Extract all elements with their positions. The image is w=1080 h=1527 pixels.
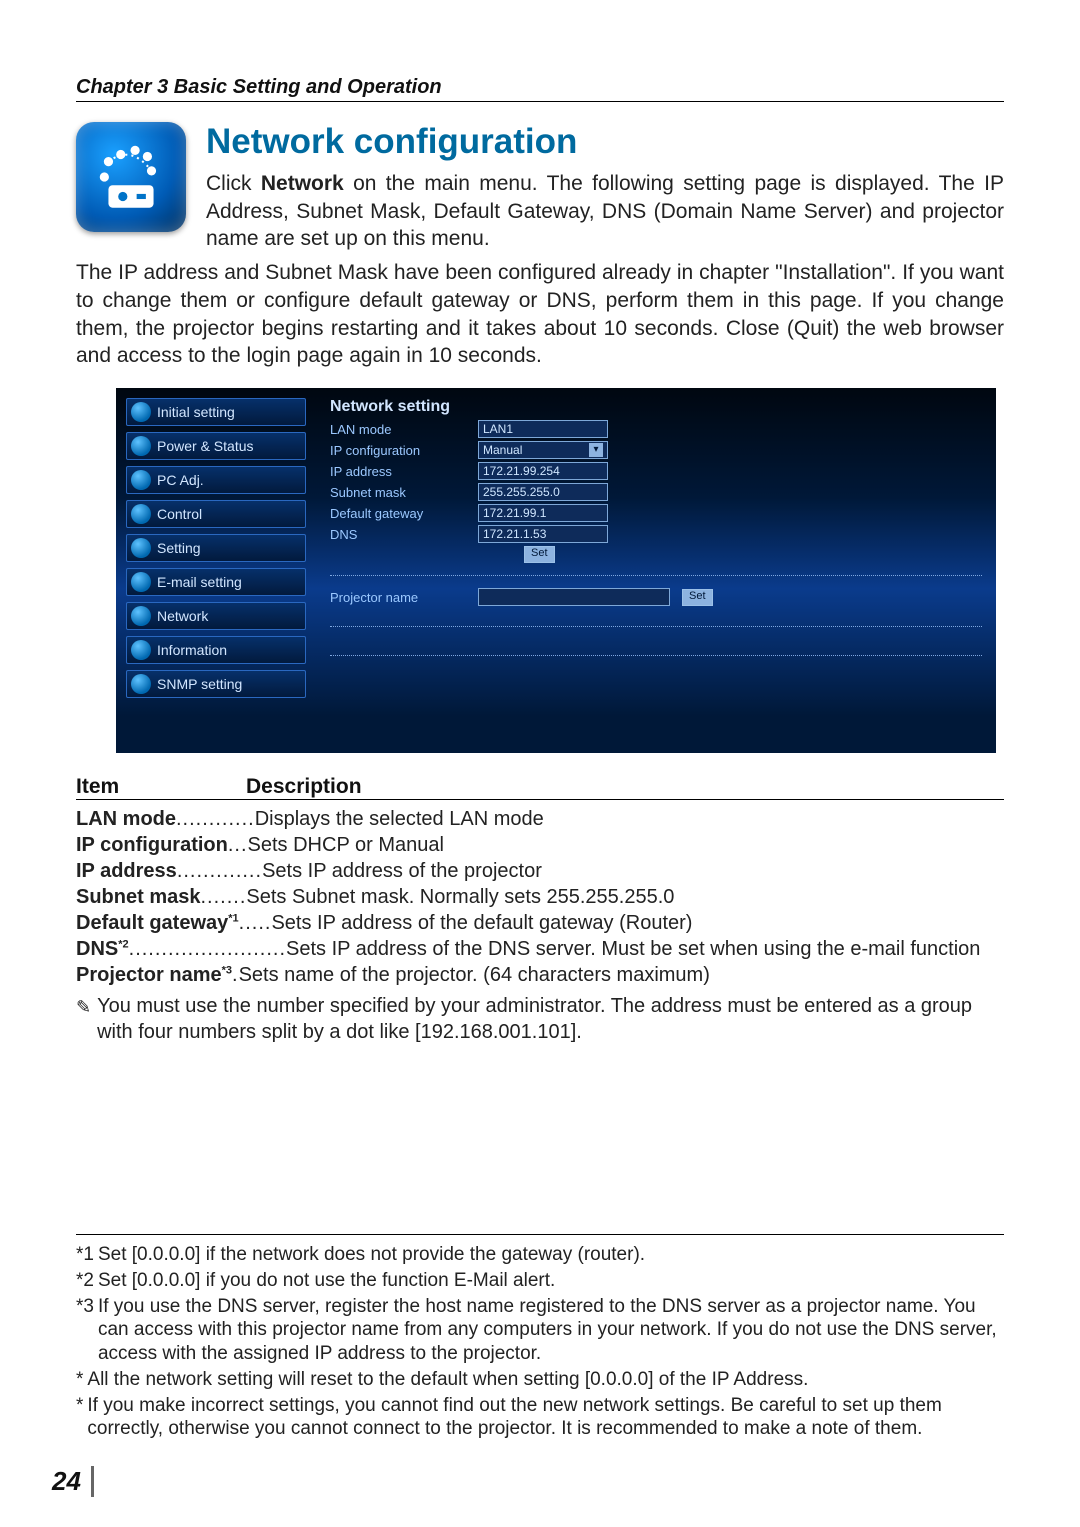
footnote-marker: * — [76, 1394, 83, 1442]
pencil-icon: ✎ — [76, 994, 91, 1045]
menu-item-label: Control — [157, 506, 202, 522]
desc-item: Projector name*3 — [76, 962, 232, 988]
chapter-line: Chapter 3 Basic Setting and Operation — [76, 76, 1004, 102]
desc-row: IP configuration...Sets DHCP or Manual — [76, 832, 1004, 858]
desc-text: Sets IP address of the default gateway (… — [271, 910, 1004, 936]
menu-item-label: Initial setting — [157, 404, 235, 420]
intro-paragraph-1: Click Network on the main menu. The foll… — [206, 170, 1004, 253]
admin-note: You must use the number specified by you… — [97, 994, 1004, 1045]
menu-item-icon — [131, 470, 151, 490]
desc-item: Subnet mask — [76, 884, 200, 910]
menu-item-label: Setting — [157, 540, 201, 556]
menu-item-icon — [131, 538, 151, 558]
footnote-marker: *3 — [76, 1295, 94, 1366]
ip-address-label: IP address — [330, 464, 466, 479]
menu-item-icon — [131, 436, 151, 456]
projector-name-input[interactable] — [478, 588, 670, 606]
default-gateway-label: Default gateway — [330, 506, 466, 521]
dns-label: DNS — [330, 527, 466, 542]
menu-item-network[interactable]: Network — [126, 602, 306, 630]
menu-item-icon — [131, 674, 151, 694]
subnet-mask-input[interactable]: 255.255.255.0 — [478, 483, 608, 501]
dns-input[interactable]: 172.21.1.53 — [478, 525, 608, 543]
desc-row: Default gateway*1.....Sets IP address of… — [76, 910, 1004, 936]
menu-item-label: PC Adj. — [157, 472, 204, 488]
footnote-marker: *1 — [76, 1243, 94, 1267]
desc-item: IP address — [76, 858, 177, 884]
desc-row: IP address.............Sets IP address o… — [76, 858, 1004, 884]
desc-text: Sets DHCP or Manual — [248, 832, 1004, 858]
desc-text: Sets Subnet mask. Normally sets 255.255.… — [246, 884, 1004, 910]
ip-address-input[interactable]: 172.21.99.254 — [478, 462, 608, 480]
lan-mode-label: LAN mode — [330, 422, 466, 437]
footnote-text: All the network setting will reset to th… — [87, 1368, 808, 1392]
footnote-text: Set [0.0.0.0] if the network does not pr… — [98, 1243, 645, 1267]
menu-item-icon — [131, 606, 151, 626]
desc-text: Displays the selected LAN mode — [255, 806, 1004, 832]
set-button-2[interactable]: Set — [682, 589, 713, 606]
desc-row: LAN mode............Displays the selecte… — [76, 806, 1004, 832]
menu-item-e-mail-setting[interactable]: E-mail setting — [126, 568, 306, 596]
network-setting-screenshot: Initial setting Power & Status PC Adj. Cont… — [116, 388, 996, 753]
menu-item-setting[interactable]: Setting — [126, 534, 306, 562]
page-title: Network configuration — [206, 122, 1004, 162]
set-button-1[interactable]: Set — [524, 546, 555, 563]
menu-item-label: E-mail setting — [157, 574, 242, 590]
footnotes: *1Set [0.0.0.0] if the network does not … — [76, 1234, 1004, 1443]
menu-item-icon — [131, 572, 151, 592]
menu-item-label: Network — [157, 608, 208, 624]
footnote-text: Set [0.0.0.0] if you do not use the func… — [98, 1269, 555, 1293]
menu-item-label: Power & Status — [157, 438, 254, 454]
menu-item-information[interactable]: Information — [126, 636, 306, 664]
ip-config-select[interactable]: Manual ▾ — [478, 441, 608, 459]
lan-mode-value: LAN1 — [478, 420, 608, 438]
footnote-text: If you use the DNS server, register the … — [98, 1295, 1004, 1366]
desc-header-item: Item — [76, 775, 206, 799]
desc-row: Subnet mask.......Sets Subnet mask. Norm… — [76, 884, 1004, 910]
footnote-marker: * — [76, 1368, 83, 1392]
desc-item: LAN mode — [76, 806, 176, 832]
network-hero-icon — [76, 122, 186, 232]
footnote-text: If you make incorrect settings, you cann… — [87, 1394, 1004, 1442]
menu-item-icon — [131, 640, 151, 660]
desc-item: Default gateway*1 — [76, 910, 239, 936]
menu-item-snmp-setting[interactable]: SNMP setting — [126, 670, 306, 698]
desc-text: Sets name of the projector. (64 characte… — [239, 962, 1004, 988]
desc-item: DNS*2 — [76, 936, 129, 962]
page-number: 24 — [52, 1466, 94, 1497]
menu-item-pc-adj-[interactable]: PC Adj. — [126, 466, 306, 494]
ip-config-label: IP configuration — [330, 443, 466, 458]
ip-config-value: Manual — [483, 442, 522, 458]
subnet-mask-label: Subnet mask — [330, 485, 466, 500]
menu-item-power-status[interactable]: Power & Status — [126, 432, 306, 460]
menu-item-icon — [131, 402, 151, 422]
menu-item-control[interactable]: Control — [126, 500, 306, 528]
menu-item-label: SNMP setting — [157, 676, 242, 692]
menu-item-label: Information — [157, 642, 227, 658]
intro-paragraph-2: The IP address and Subnet Mask have been… — [76, 259, 1004, 370]
desc-row: Projector name*3.Sets name of the projec… — [76, 962, 1004, 988]
desc-text: Sets IP address of the projector — [262, 858, 1004, 884]
default-gateway-input[interactable]: 172.21.99.1 — [478, 504, 608, 522]
desc-text: Sets IP address of the DNS server. Must … — [286, 936, 1004, 962]
projector-name-label: Projector name — [330, 590, 466, 605]
menu-item-icon — [131, 504, 151, 524]
desc-header-description: Description — [246, 775, 362, 799]
footnote-marker: *2 — [76, 1269, 94, 1293]
desc-row: DNS*2........................Sets IP add… — [76, 936, 1004, 962]
panel-title: Network setting — [330, 398, 982, 416]
menu-item-initial-setting[interactable]: Initial setting — [126, 398, 306, 426]
desc-item: IP configuration — [76, 832, 228, 858]
chevron-down-icon: ▾ — [589, 443, 603, 457]
